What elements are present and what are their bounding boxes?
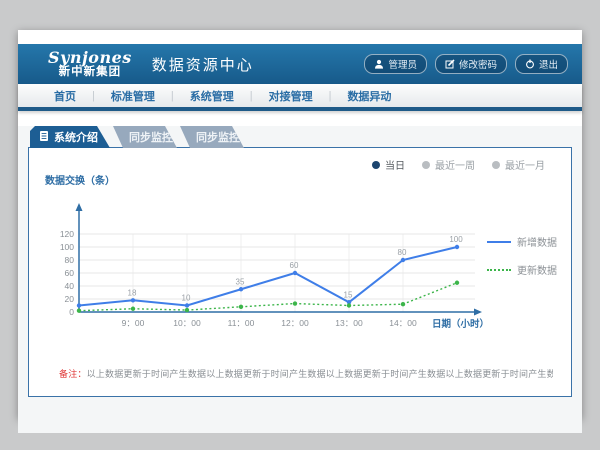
radio-selected-icon — [372, 161, 380, 169]
filter-today[interactable]: 当日 — [372, 157, 405, 172]
filter-last-week[interactable]: 最近一周 — [422, 157, 475, 172]
nav-item-system[interactable]: 系统管理 — [174, 88, 250, 104]
change-password-label: 修改密码 — [459, 57, 497, 71]
filter-last-week-label: 最近一周 — [435, 157, 475, 172]
main-nav: 首页 | 标准管理 | 系统管理 | 对接管理 | 数据异动 — [18, 84, 582, 111]
tab-sync-monitor-1[interactable]: 同步监控 — [113, 126, 177, 148]
radio-unselected-icon — [492, 161, 500, 169]
brand-logo: Synjones 新中新集团 — [48, 50, 132, 79]
filter-today-label: 当日 — [385, 157, 405, 172]
admin-user-label: 管理员 — [388, 57, 417, 71]
filter-last-month[interactable]: 最近一月 — [492, 157, 545, 172]
svg-text:0: 0 — [69, 307, 74, 317]
svg-text:80: 80 — [398, 248, 407, 257]
footer-note-body: 以上数据更新于时间产生数据以上数据更新于时间产生数据以上数据更新于时间产生数据以… — [87, 369, 553, 379]
tab-label: 同步监控 — [129, 129, 173, 145]
logout-button[interactable]: 退出 — [515, 54, 568, 74]
change-password-button[interactable]: 修改密码 — [435, 54, 507, 74]
tab-sync-monitor-2[interactable]: 同步监控 — [180, 126, 244, 148]
tab-label: 同步监控 — [196, 129, 240, 145]
logout-label: 退出 — [539, 57, 558, 71]
solid-line-swatch-icon — [487, 241, 511, 243]
tab-system-intro[interactable]: 系统介绍 — [30, 126, 110, 148]
chart-panel: 当日 最近一周 最近一月 数据交换（条） 0 20 40 60 80 100 120 9：00… — [28, 147, 572, 397]
legend-item-updated-data[interactable]: 更新数据 — [487, 262, 557, 277]
legend-item-new-data[interactable]: 新增数据 — [487, 234, 557, 249]
svg-text:120: 120 — [60, 229, 74, 239]
app-window: Synjones 新中新集团 数据资源中心 管理员 修改密码 退出 — [18, 30, 582, 418]
svg-text:10: 10 — [182, 294, 191, 303]
user-icon — [374, 59, 384, 69]
svg-text:40: 40 — [65, 281, 75, 291]
tab-label: 系统介绍 — [54, 129, 98, 145]
filter-last-month-label: 最近一月 — [505, 157, 545, 172]
footer-note-prefix: 备注： — [59, 369, 87, 379]
admin-user-button[interactable]: 管理员 — [364, 54, 427, 74]
nav-item-data-change[interactable]: 数据异动 — [331, 88, 407, 104]
legend-label: 新增数据 — [517, 234, 557, 249]
app-header: Synjones 新中新集团 数据资源中心 管理员 修改密码 退出 — [18, 44, 582, 84]
svg-text:18: 18 — [128, 288, 137, 297]
legend-label: 更新数据 — [517, 262, 557, 277]
brand-logo-text: Synjones — [48, 50, 132, 67]
radio-unselected-icon — [422, 161, 430, 169]
y-axis-label: 数据交换（条） — [41, 172, 501, 187]
period-filters: 当日 最近一周 最近一月 — [372, 157, 545, 172]
top-strip — [18, 30, 582, 44]
svg-text:80: 80 — [65, 255, 75, 265]
svg-text:15: 15 — [344, 290, 353, 299]
brand-logo-subtext: 新中新集团 — [48, 66, 132, 78]
svg-text:60: 60 — [290, 261, 299, 270]
nav-item-home[interactable]: 首页 — [38, 88, 92, 104]
content-area: 系统介绍 同步监控 同步监控 当日 最近一周 — [18, 126, 582, 433]
edit-icon — [445, 59, 455, 69]
document-icon — [39, 130, 49, 145]
svg-text:100: 100 — [449, 235, 463, 244]
header-actions: 管理员 修改密码 退出 — [364, 54, 568, 74]
svg-text:100: 100 — [60, 242, 74, 252]
svg-text:11：00: 11：00 — [228, 318, 255, 328]
power-icon — [525, 59, 535, 69]
svg-text:35: 35 — [236, 277, 245, 286]
series-legend: 新增数据 更新数据 — [487, 234, 557, 290]
svg-text:9：00: 9：00 — [122, 318, 145, 328]
nav-item-standards[interactable]: 标准管理 — [95, 88, 171, 104]
svg-text:日期（小时）: 日期（小时） — [432, 318, 489, 330]
dotted-line-swatch-icon — [487, 269, 511, 271]
chart-container: 数据交换（条） 0 20 40 60 80 100 120 9：00 10：00 11：00 12：… — [41, 172, 501, 335]
footer-note: 备注：以上数据更新于时间产生数据以上数据更新于时间产生数据以上数据更新于时间产生… — [59, 367, 553, 380]
nav-item-integration[interactable]: 对接管理 — [253, 88, 329, 104]
svg-text:60: 60 — [65, 268, 75, 278]
line-chart: 0 20 40 60 80 100 120 9：00 10：00 11：00 12：00 13：00 1… — [41, 190, 501, 335]
svg-text:20: 20 — [65, 294, 75, 304]
svg-text:13：00: 13：00 — [335, 318, 363, 328]
svg-text:12：00: 12：00 — [281, 318, 309, 328]
svg-text:14：00: 14：00 — [389, 318, 417, 328]
page-title: 数据资源中心 — [152, 54, 254, 75]
tab-bar: 系统介绍 同步监控 同步监控 — [30, 126, 582, 148]
svg-text:10：00: 10：00 — [173, 318, 201, 328]
